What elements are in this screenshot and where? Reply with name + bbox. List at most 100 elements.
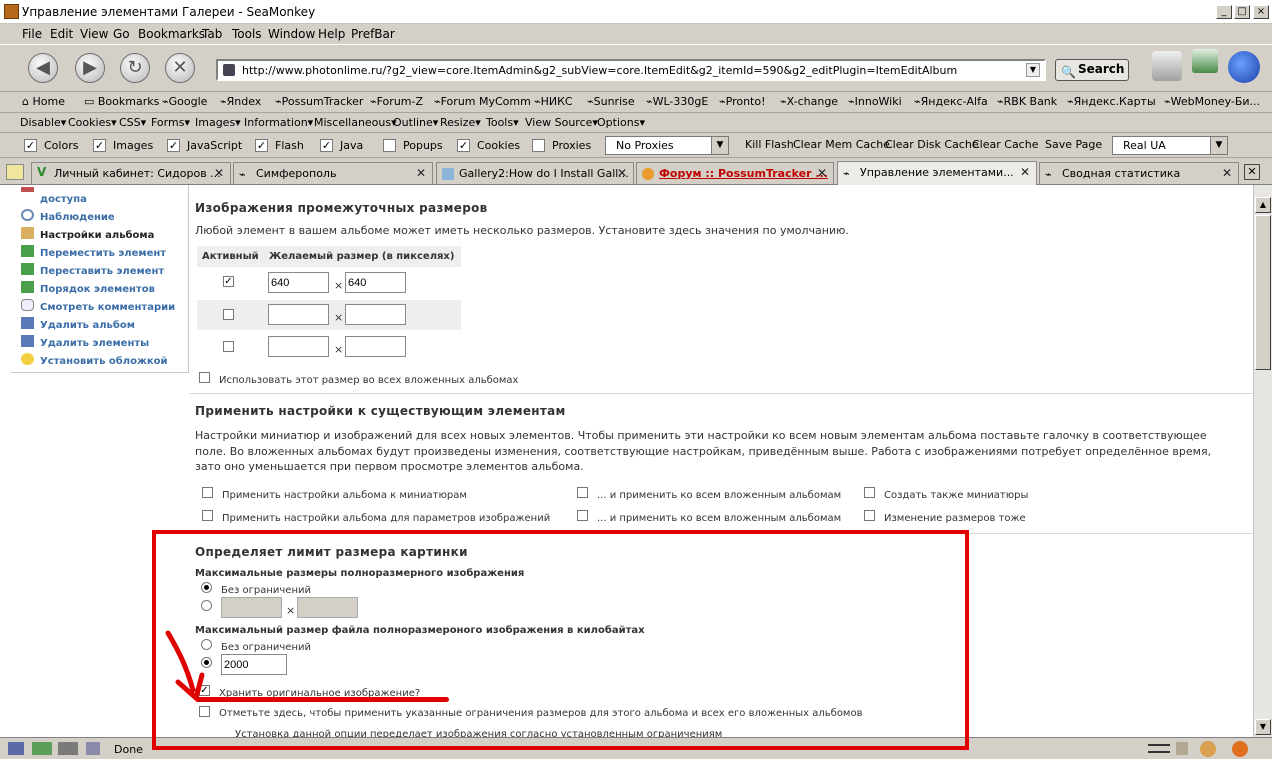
- address-book-icon[interactable]: [86, 742, 100, 755]
- dev-options-menu[interactable]: Options▾: [597, 116, 645, 129]
- scroll-up-arrow-icon[interactable]: ▲: [1255, 197, 1271, 213]
- bookmark-rbk-bank[interactable]: ⌁RBK Bank: [997, 95, 1057, 108]
- size-row-1-height-input[interactable]: [345, 272, 406, 293]
- bookmark-possumtracker[interactable]: ⌁PossumTracker: [275, 95, 363, 108]
- tab-personal-cabinet[interactable]: V Личный кабинет: Сидоров ... ✕: [31, 162, 231, 184]
- proxy-select[interactable]: No Proxies ▼: [605, 136, 729, 155]
- menu-window[interactable]: Window: [268, 27, 315, 41]
- stop-button[interactable]: ✕: [165, 53, 195, 83]
- size-row-2-width-input[interactable]: [268, 304, 329, 325]
- cookies-checkbox[interactable]: ✓: [457, 139, 470, 152]
- sidebar-item-rearrange[interactable]: Переставить элемент: [40, 266, 164, 277]
- dev-images-menu[interactable]: Images▾: [195, 116, 241, 129]
- tab-close-icon[interactable]: ✕: [617, 166, 627, 180]
- tab-possumtracker-forum[interactable]: Форум :: PossumTracker ... ✕: [636, 162, 834, 184]
- scroll-thumb[interactable]: [1255, 215, 1271, 370]
- close-button[interactable]: ×: [1253, 5, 1269, 19]
- sidebar-item-delete-items[interactable]: Удалить элементы: [40, 338, 149, 349]
- back-button[interactable]: ◀: [28, 53, 58, 83]
- size-row-3-height-input[interactable]: [345, 336, 406, 357]
- dev-css-menu[interactable]: CSS▾: [119, 116, 146, 129]
- tab-close-icon[interactable]: ✕: [1222, 166, 1232, 180]
- sidebar-item-set-cover[interactable]: Установить обложкой: [40, 356, 168, 367]
- sidebar-item-permissions[interactable]: доступа: [40, 194, 87, 205]
- bookmark-yandex-alfa[interactable]: ⌁Яндекс-Alfa: [914, 95, 988, 108]
- menu-prefbar[interactable]: PrefBar: [351, 27, 395, 41]
- dev-information-menu[interactable]: Information▾: [244, 116, 313, 129]
- sidebar-item-order[interactable]: Порядок элементов: [40, 284, 155, 295]
- proxies-checkbox[interactable]: [532, 139, 545, 152]
- size-row-2-checkbox[interactable]: [223, 309, 234, 320]
- vertical-scrollbar[interactable]: ▲ ▼: [1253, 185, 1272, 737]
- dev-miscellaneous-menu[interactable]: Miscellaneous▾: [314, 116, 397, 129]
- url-bar[interactable]: http://www.photonlime.ru/?g2_view=core.I…: [216, 59, 1046, 81]
- tab-gallery2-install[interactable]: Gallery2:How do I Install Gall... ✕: [436, 162, 634, 184]
- kill-flash-button[interactable]: Kill Flash: [745, 138, 794, 151]
- forward-button[interactable]: ▶: [75, 53, 105, 83]
- sidebar-item-watch[interactable]: Наблюдение: [40, 212, 115, 223]
- tab-close-icon[interactable]: ✕: [817, 166, 827, 180]
- bookmark-yandex-maps[interactable]: ⌁Яндекс.Карты: [1067, 95, 1156, 108]
- menu-view[interactable]: View: [80, 27, 108, 41]
- sidebar-item-move[interactable]: Переместить элемент: [40, 248, 166, 259]
- bookmark-wl330ge[interactable]: ⌁WL-330gE: [646, 95, 708, 108]
- tab-simferopol[interactable]: ⌁ Симферополь ✕: [233, 162, 433, 184]
- search-button[interactable]: 🔍 Search: [1055, 59, 1129, 81]
- dev-outline-menu[interactable]: Outline▾: [393, 116, 438, 129]
- bookmark-pronto[interactable]: ⌁Pronto!: [719, 95, 766, 108]
- apply-image-params-checkbox[interactable]: [202, 510, 213, 521]
- url-dropdown-icon[interactable]: ▼: [1026, 63, 1040, 77]
- print-icon[interactable]: [1152, 51, 1182, 81]
- size-row-3-checkbox[interactable]: [223, 341, 234, 352]
- size-row-2-height-input[interactable]: [345, 304, 406, 325]
- bookmark-niks[interactable]: ⌁НИКС: [534, 95, 573, 108]
- javascript-checkbox[interactable]: ✓: [167, 139, 180, 152]
- bookmark-x-change[interactable]: ⌁X-change: [780, 95, 838, 108]
- dev-view-source-menu[interactable]: View Source▾: [525, 116, 598, 129]
- bookmark-yandex[interactable]: ⌁Яndex: [220, 95, 261, 108]
- size-row-3-width-input[interactable]: [268, 336, 329, 357]
- bookmark-forum-z[interactable]: ⌁Forum-Z: [370, 95, 423, 108]
- menu-file[interactable]: File: [22, 27, 42, 41]
- sidebar-item-view-comments[interactable]: Смотреть комментарии: [40, 302, 175, 313]
- bookmark-folder[interactable]: ▭ Bookmarks: [84, 95, 159, 108]
- flash-checkbox[interactable]: ✓: [255, 139, 268, 152]
- tab-summary-stats[interactable]: ⌁ Сводная статистика ✕: [1039, 162, 1239, 184]
- colors-checkbox[interactable]: ✓: [24, 139, 37, 152]
- clear-disk-cache-button[interactable]: Clear Disk Cache: [885, 138, 979, 151]
- size-row-1-checkbox[interactable]: ✓: [223, 276, 234, 287]
- bookmark-google[interactable]: ⌁Google: [162, 95, 207, 108]
- apply-sizes-subalbums-checkbox[interactable]: [199, 372, 210, 383]
- sidebar-item-delete-album[interactable]: Удалить альбом: [40, 320, 135, 331]
- popups-checkbox[interactable]: [383, 139, 396, 152]
- composer-icon[interactable]: [58, 742, 78, 755]
- dev-forms-menu[interactable]: Forms▾: [151, 116, 190, 129]
- tab-close-icon[interactable]: ✕: [214, 166, 224, 180]
- possum-status-icon[interactable]: [1200, 741, 1216, 757]
- apply-image-params-subalbums-checkbox[interactable]: [577, 510, 588, 521]
- dev-resize-menu[interactable]: Resize▾: [440, 116, 481, 129]
- dev-tools-menu[interactable]: Tools▾: [486, 116, 519, 129]
- menu-tools[interactable]: Tools: [232, 27, 262, 41]
- menu-tab[interactable]: Tab: [202, 27, 222, 41]
- bookmark-forum-mycomm[interactable]: ⌁Forum MyComm: [434, 95, 531, 108]
- clear-cache-button[interactable]: Clear Cache: [972, 138, 1038, 151]
- maximize-button[interactable]: □: [1234, 5, 1250, 19]
- create-thumbnails-checkbox[interactable]: [864, 487, 875, 498]
- dev-disable-menu[interactable]: Disable▾: [20, 116, 66, 129]
- java-checkbox[interactable]: ✓: [320, 139, 333, 152]
- bookmark-innowiki[interactable]: ⌁InnoWiki: [848, 95, 902, 108]
- minimize-button[interactable]: _: [1216, 5, 1232, 19]
- user-agent-select[interactable]: Real UA ▼: [1112, 136, 1228, 155]
- menu-edit[interactable]: Edit: [50, 27, 73, 41]
- reload-button[interactable]: ↻: [120, 53, 150, 83]
- new-tab-icon[interactable]: [6, 164, 24, 180]
- save-page-button[interactable]: Save Page: [1045, 138, 1102, 151]
- dev-cookies-menu[interactable]: Cookies▾: [68, 116, 117, 129]
- mail-icon[interactable]: [32, 742, 52, 755]
- close-all-tabs-icon[interactable]: ✕: [1244, 164, 1260, 180]
- tab-item-management[interactable]: ⌁ Управление элементами... ✕: [837, 161, 1037, 185]
- menu-bookmarks[interactable]: Bookmarks: [138, 27, 205, 41]
- tab-close-icon[interactable]: ✕: [416, 166, 426, 180]
- navigator-icon[interactable]: [8, 742, 24, 755]
